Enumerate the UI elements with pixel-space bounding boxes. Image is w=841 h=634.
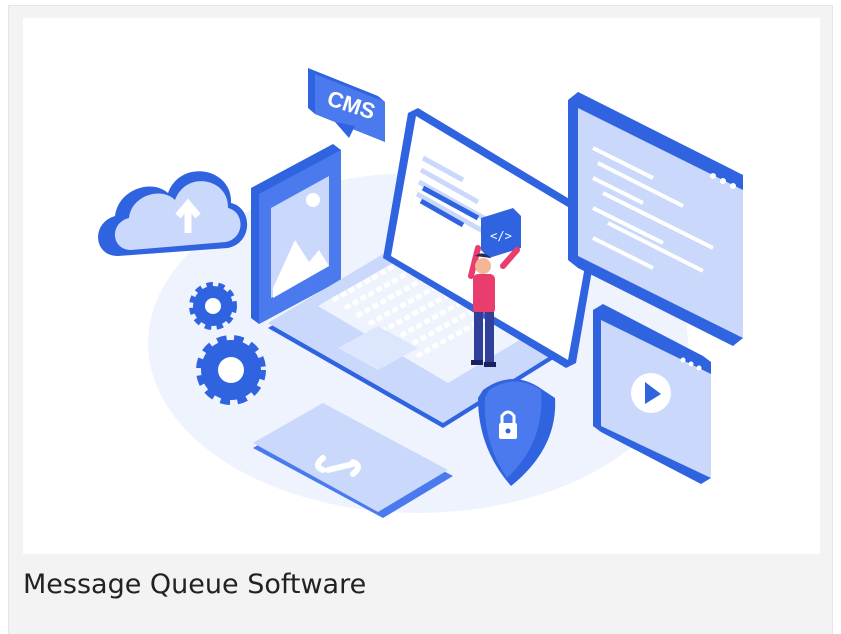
code-tag-label: </> xyxy=(490,229,512,243)
hero-illustration: CMS </> xyxy=(23,18,820,554)
card-caption[interactable]: Message Queue Software xyxy=(23,562,366,608)
content-card[interactable]: CMS </> Message Queue Software xyxy=(8,5,833,634)
cloud-upload-icon xyxy=(98,171,248,256)
cms-bubble: CMS xyxy=(308,68,385,142)
